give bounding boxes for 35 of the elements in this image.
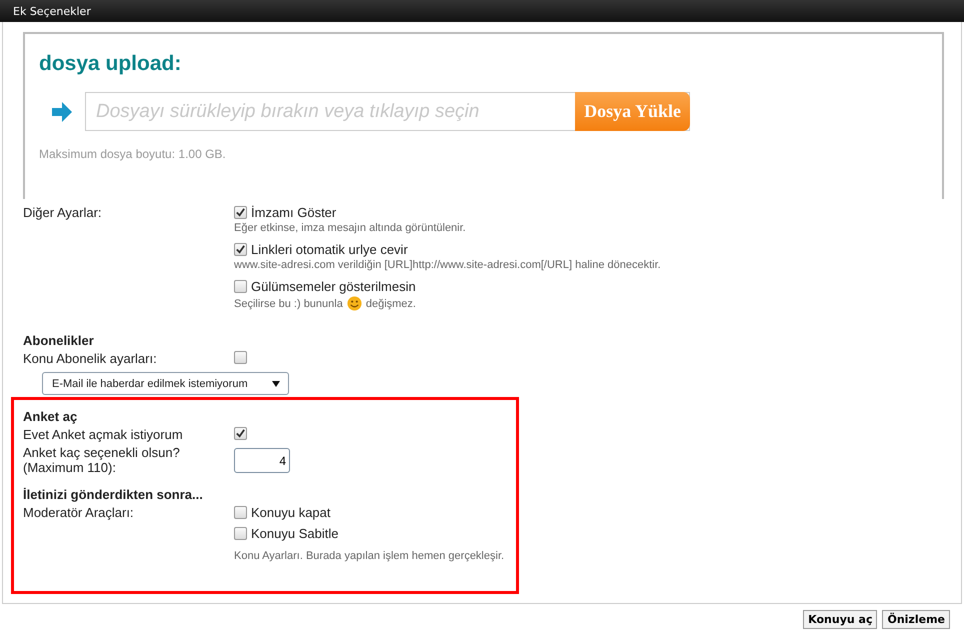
section-heading: Abonelikler [23,333,95,348]
checkbox[interactable] [234,427,247,440]
checkbox[interactable] [234,206,247,219]
smiley-icon [346,296,362,311]
option-label[interactable]: Konuyu Sabitle [251,526,338,541]
option-hint: Seçilirse bu :) bununla [234,298,343,310]
checkbox[interactable] [234,527,247,540]
section-heading: Anket aç [23,409,78,424]
max-size-note: Maksimum dosya boyutu: 1.00 GB. [39,147,227,161]
dropdown-caret-icon [272,380,280,386]
form-button[interactable]: Önizleme [882,610,950,629]
checkbox[interactable] [234,506,247,519]
option-label[interactable]: Konuyu kapat [251,505,331,520]
checkbox[interactable] [234,280,247,293]
setting-label: Diğer Ayarlar: [23,205,103,222]
option-count-field[interactable]: 4 [234,448,290,473]
window-title: Ek Seçenekler [13,4,91,18]
setting-label: Konu Abonelik ayarları: [23,351,158,366]
checkbox[interactable] [234,351,247,364]
option-hint: www.site-adresi.com verildiğin [URL]http://www.site-adresi.com[/URL] haline dönecektir. [234,259,661,271]
option-hint: değişmez. [366,298,416,310]
moderator-note: Konu Ayarları. Burada yapılan işlem hemen gerçekleşir. [234,550,504,562]
checkbox[interactable] [234,243,247,256]
section-heading: İletinizi gönderdikten sonra... [23,487,204,502]
subscription-dropdown[interactable]: E-Mail ile haberdar edilmek istemiyorum [42,372,289,395]
arrow-right-icon [51,100,73,122]
option-hint: Eğer etkinse, imza mesajın altında görüntülenir. [234,222,466,234]
upload-heading: dosya upload: [39,52,182,76]
option-label[interactable]: Gülümsemeler gösterilmesin [251,279,416,294]
option-label[interactable]: Linkleri otomatik urlye cevir [251,242,408,257]
setting-label: Evet Anket açmak istiyorum [23,427,184,442]
setting-label: Anket kaç seçenekli olsun? (Maximum 110): [23,445,181,475]
setting-label: Moderatör Araçları: [23,505,135,522]
form-button[interactable]: Konuyu aç [803,610,878,629]
option-label[interactable]: İmzamı Göster [251,205,336,220]
